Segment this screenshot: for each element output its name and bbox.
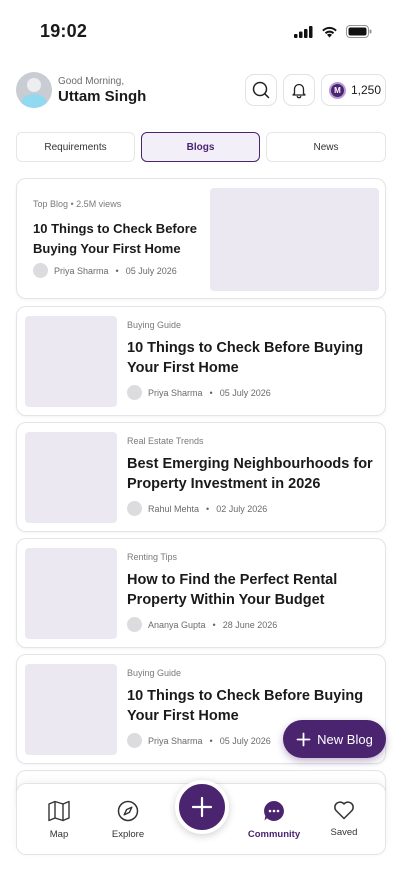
blog-meta: Ananya Gupta • 28 June 2026 <box>127 617 277 632</box>
blog-card[interactable]: Real Estate Trends Best Emerging Neighbo… <box>16 422 386 532</box>
create-post-button[interactable] <box>175 780 229 834</box>
blog-thumbnail <box>25 432 117 523</box>
top-blog-tag: Top Blog • 2.5M views <box>33 199 122 209</box>
tab-news[interactable]: News <box>266 132 386 162</box>
post-date: 02 July 2026 <box>216 503 268 514</box>
author-name: Priya Sharma <box>148 387 203 398</box>
greeting-text: Good Morning, <box>58 76 125 87</box>
separator-dot: • <box>209 735 213 746</box>
points-pill[interactable]: M 1,250 <box>321 74 386 106</box>
top-blog-thumbnail <box>210 188 379 291</box>
battery-icon <box>346 25 372 38</box>
blog-title: How to Find the Perfect Rental Property … <box>127 572 338 608</box>
post-date: 05 July 2026 <box>219 387 271 398</box>
bell-icon <box>292 83 306 99</box>
tab-blogs[interactable]: Blogs <box>141 132 260 162</box>
search-icon <box>252 81 270 99</box>
top-blog-title: 10 Things to Check Before Buying Your Fi… <box>33 221 197 256</box>
post-date: 05 July 2026 <box>219 735 271 746</box>
author-avatar <box>127 385 142 400</box>
nav-label-explore: Explore <box>111 829 145 840</box>
points-badge: M <box>329 81 346 99</box>
blog-card[interactable]: Renting Tips How to Find the Perfect Ren… <box>16 538 386 648</box>
top-blog-meta: Priya Sharma • 05 July 2026 <box>33 263 177 278</box>
compass-icon <box>117 800 139 822</box>
plus-icon <box>191 796 213 818</box>
blog-meta: Priya Sharma • 05 July 2026 <box>127 385 271 400</box>
blog-card[interactable]: Buying Guide 10 Things to Check Before B… <box>16 306 386 416</box>
blog-title: 10 Things to Check Before Buying Your Fi… <box>127 340 364 376</box>
author-avatar <box>127 733 142 748</box>
author-avatar <box>127 501 142 516</box>
blog-thumbnail <box>25 316 117 407</box>
blog-meta: Priya Sharma • 05 July 2026 <box>127 733 271 748</box>
notifications-button[interactable] <box>283 74 315 106</box>
blog-thumbnail <box>25 548 117 639</box>
post-date: 05 July 2026 <box>125 265 177 276</box>
status-time: 19:02 <box>40 21 88 41</box>
plus-icon <box>296 732 311 746</box>
author-avatar <box>33 263 48 278</box>
nav-label-saved: Saved <box>330 827 358 838</box>
search-button[interactable] <box>245 74 277 106</box>
separator-dot: • <box>115 265 119 276</box>
author-name: Priya Sharma <box>54 265 109 276</box>
separator-dot: • <box>206 503 210 514</box>
wifi-icon <box>322 26 337 37</box>
user-name: Uttam Singh <box>58 88 147 105</box>
nav-label-map: Map <box>49 829 69 840</box>
blog-category: Renting Tips <box>127 552 178 562</box>
blog-category: Real Estate Trends <box>127 436 204 446</box>
nav-label-community: Community <box>247 829 301 840</box>
avatar[interactable] <box>16 72 52 108</box>
cellular-signal-icon <box>294 25 313 38</box>
author-name: Rahul Mehta <box>148 503 200 514</box>
map-icon <box>48 800 70 822</box>
avatar-head-shape <box>27 78 41 92</box>
points-value: 1,250 <box>351 83 382 97</box>
bottom-nav: Map Explore Community Saved <box>16 780 386 855</box>
new-blog-label: New Blog <box>317 731 373 747</box>
blog-title: Best Emerging Neighbourhoods for Propert… <box>127 456 373 492</box>
nav-item-saved[interactable]: Saved <box>314 800 374 838</box>
avatar-body-shape <box>21 94 47 108</box>
nav-item-map[interactable]: Map <box>29 800 89 840</box>
header: Good Morning, Uttam Singh M 1,250 <box>16 70 386 110</box>
author-avatar <box>127 617 142 632</box>
status-bar: 19:02 <box>0 0 402 60</box>
blog-meta: Rahul Mehta • 02 July 2026 <box>127 501 267 516</box>
chat-bubble-icon <box>264 801 284 821</box>
blog-category: Buying Guide <box>127 668 182 678</box>
blog-tabs: Requirements Blogs News <box>16 132 386 162</box>
author-name: Ananya Gupta <box>148 619 206 630</box>
separator-dot: • <box>212 619 216 630</box>
heart-icon <box>334 801 354 820</box>
new-blog-button[interactable]: New Blog <box>283 720 386 758</box>
nav-item-community[interactable]: Community <box>244 800 304 840</box>
nav-item-explore[interactable]: Explore <box>98 800 158 840</box>
top-blog-card[interactable]: Top Blog • 2.5M views 10 Things to Check… <box>16 178 386 299</box>
blog-thumbnail <box>25 664 117 755</box>
post-date: 28 June 2026 <box>222 619 278 630</box>
separator-dot: • <box>209 387 213 398</box>
author-name: Priya Sharma <box>148 735 203 746</box>
blog-category: Buying Guide <box>127 320 182 330</box>
tab-requirements[interactable]: Requirements <box>16 132 135 162</box>
status-icons <box>294 25 372 38</box>
